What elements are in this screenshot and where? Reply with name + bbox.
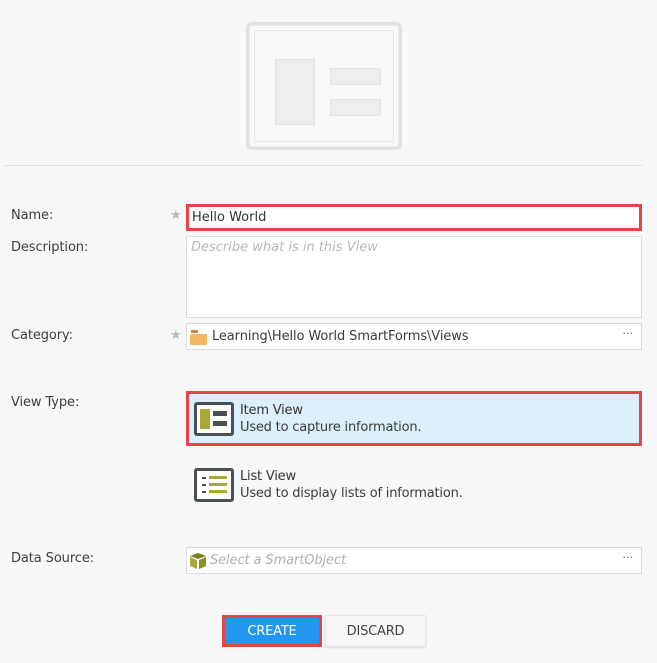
category-label: Category: — [11, 328, 73, 343]
discard-button[interactable]: DISCARD — [325, 615, 426, 647]
hero-block — [275, 59, 315, 125]
data-source-picker[interactable]: Select a SmartObject ··· — [186, 547, 642, 574]
required-star-icon: ★ — [170, 328, 182, 343]
create-button[interactable]: CREATE — [222, 615, 322, 647]
category-browse-button[interactable]: ··· — [623, 327, 634, 340]
name-label: Name: — [11, 208, 54, 223]
option-title: List View — [240, 468, 296, 484]
required-star-icon: ★ — [170, 208, 182, 223]
folder-icon — [190, 329, 207, 345]
smartobject-cube-icon — [190, 552, 206, 569]
view-type-option-item-view[interactable]: Item View Used to capture information. — [186, 391, 642, 446]
view-type-option-list-view[interactable]: List View Used to display lists of infor… — [186, 457, 642, 512]
option-title: Item View — [240, 402, 303, 418]
hero-frame — [254, 30, 394, 142]
category-picker[interactable]: Learning\Hello World SmartForms\Views ··… — [186, 323, 642, 350]
hero-bar — [330, 99, 381, 116]
option-description: Used to display lists of information. — [240, 485, 463, 501]
description-label: Description: — [11, 240, 89, 255]
view-type-label: View Type: — [11, 395, 80, 410]
category-value: Learning\Hello World SmartForms\Views — [212, 329, 469, 344]
option-description: Used to capture information. — [240, 419, 422, 435]
data-source-label: Data Source: — [11, 551, 95, 566]
data-source-placeholder: Select a SmartObject — [210, 553, 346, 568]
view-type-hero-icon — [246, 22, 402, 150]
divider — [4, 165, 642, 166]
hero-bar — [330, 68, 381, 85]
list-view-icon — [194, 467, 234, 502]
description-textarea[interactable]: Describe what is in this View — [186, 236, 642, 318]
name-input[interactable]: Hello World — [186, 204, 642, 231]
item-view-icon — [194, 401, 234, 436]
data-source-browse-button[interactable]: ··· — [623, 551, 634, 564]
